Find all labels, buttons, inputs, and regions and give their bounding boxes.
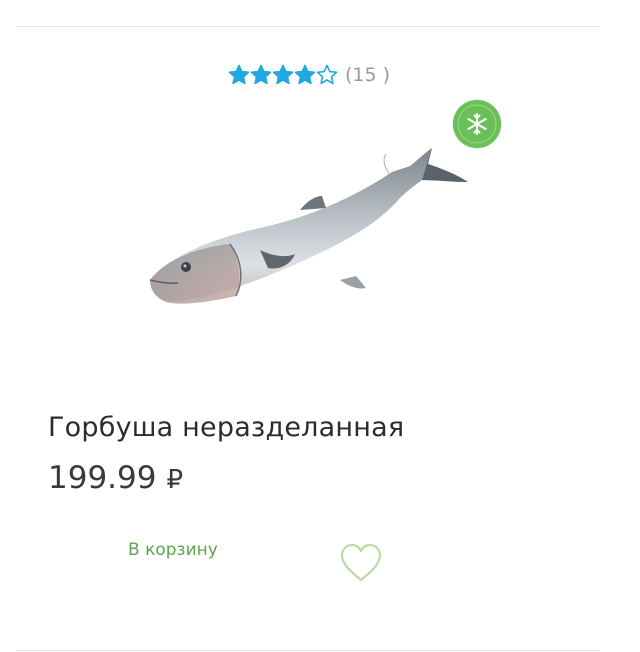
- price-currency: ₽: [166, 465, 184, 495]
- star-filled-icon: [250, 64, 272, 86]
- rating-stars: [228, 64, 338, 86]
- heart-outline-icon: [340, 543, 382, 582]
- product-title[interactable]: Горбуша неразделанная: [48, 412, 404, 443]
- add-to-cart-button[interactable]: В корзину: [128, 540, 218, 560]
- product-image[interactable]: [130, 130, 480, 340]
- star-filled-icon: [272, 64, 294, 86]
- favorite-button[interactable]: [338, 542, 384, 584]
- rating-count: (15 ): [345, 64, 391, 86]
- bottom-divider: [16, 650, 600, 651]
- star-filled-icon: [294, 64, 316, 86]
- fish-image: [149, 148, 468, 304]
- rating[interactable]: (15 ): [228, 64, 390, 86]
- top-divider: [16, 26, 600, 27]
- product-card: (15 ) Горбуша неразделанная 199.99 ₽ В к…: [0, 0, 640, 652]
- star-filled-icon: [228, 64, 250, 86]
- star-outline-icon: [316, 64, 338, 86]
- price-value: 199.99: [48, 460, 157, 496]
- product-price: 199.99 ₽: [48, 460, 183, 496]
